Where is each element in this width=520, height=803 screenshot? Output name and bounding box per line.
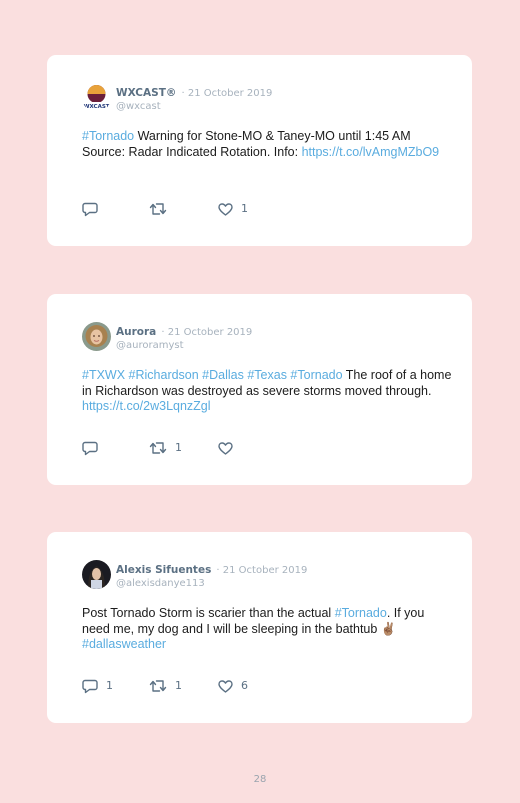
victory-hand-emoji: ✌🏽 <box>380 621 397 636</box>
like-icon <box>218 679 233 693</box>
tweet-card-3: Alexis Sifuentes · 21 October 2019 @alex… <box>47 532 472 723</box>
retweet-count: 1 <box>175 679 182 692</box>
like-button[interactable]: 1 <box>218 201 248 217</box>
tweet-text: Post Tornado Storm is scarier than the a… <box>82 606 452 653</box>
reply-button[interactable] <box>82 201 106 217</box>
reply-icon <box>82 679 98 694</box>
tweet-actions: 1 <box>82 201 382 217</box>
like-icon <box>218 441 233 455</box>
reply-button[interactable] <box>82 440 106 456</box>
avatar[interactable] <box>82 322 111 351</box>
like-icon <box>218 202 233 216</box>
like-button[interactable] <box>218 440 241 456</box>
tweet-header: Alexis Sifuentes · 21 October 2019 @alex… <box>116 561 307 590</box>
like-count: 6 <box>241 679 248 692</box>
retweet-icon <box>149 441 167 455</box>
tweet-card-2: Aurora · 21 October 2019 @auroramyst #TX… <box>47 294 472 485</box>
reply-icon <box>82 202 98 217</box>
tweet-header: Aurora · 21 October 2019 @auroramyst <box>116 323 252 352</box>
reply-button[interactable]: 1 <box>82 678 113 694</box>
tweet-card-1: WXCAST WXCAST® · 21 October 2019 @wxcast… <box>47 55 472 246</box>
retweet-button[interactable]: 1 <box>149 440 182 456</box>
hashtag[interactable]: #dallasweather <box>82 637 166 651</box>
hashtag[interactable]: #Tornado <box>335 606 387 620</box>
user-name[interactable]: Alexis Sifuentes <box>116 564 211 576</box>
user-name[interactable]: Aurora <box>116 326 156 338</box>
tweet-date: · 21 October 2019 <box>181 88 273 99</box>
reply-icon <box>82 441 98 456</box>
reply-count: 1 <box>106 679 113 692</box>
avatar[interactable] <box>82 560 111 589</box>
tweet-actions: 1 <box>82 440 382 456</box>
tweet-date: · 21 October 2019 <box>161 327 253 338</box>
retweet-button[interactable] <box>149 201 175 217</box>
tweet-link[interactable]: https://t.co/2w3LqnzZgl <box>82 399 211 413</box>
tweet-text: #TXWX #Richardson #Dallas #Texas #Tornad… <box>82 368 452 415</box>
avatar[interactable]: WXCAST <box>82 83 111 112</box>
retweet-icon <box>149 202 167 216</box>
retweet-button[interactable]: 1 <box>149 678 182 694</box>
hashtags[interactable]: #TXWX #Richardson #Dallas #Texas #Tornad… <box>82 368 343 382</box>
retweet-icon <box>149 679 167 693</box>
like-count: 1 <box>241 202 248 215</box>
user-handle[interactable]: @alexisdanye113 <box>116 577 307 590</box>
svg-text:WXCAST: WXCAST <box>83 104 109 110</box>
like-button[interactable]: 6 <box>218 678 248 694</box>
tweet-text-segment: Post Tornado Storm is scarier than the a… <box>82 606 335 620</box>
tweet-date: · 21 October 2019 <box>216 565 308 576</box>
tweet-actions: 1 1 6 <box>82 678 382 694</box>
tweet-header: WXCAST® · 21 October 2019 @wxcast <box>116 84 272 113</box>
user-name[interactable]: WXCAST® <box>116 87 176 99</box>
page-number: 28 <box>253 774 267 785</box>
retweet-count: 1 <box>175 441 182 454</box>
user-handle[interactable]: @wxcast <box>116 100 272 113</box>
user-handle[interactable]: @auroramyst <box>116 339 252 352</box>
tweet-text: #Tornado Warning for Stone-MO & Taney-MO… <box>82 129 452 160</box>
hashtag[interactable]: #Tornado <box>82 129 134 143</box>
tweet-link[interactable]: https://t.co/lvAmgMZbO9 <box>302 145 440 159</box>
